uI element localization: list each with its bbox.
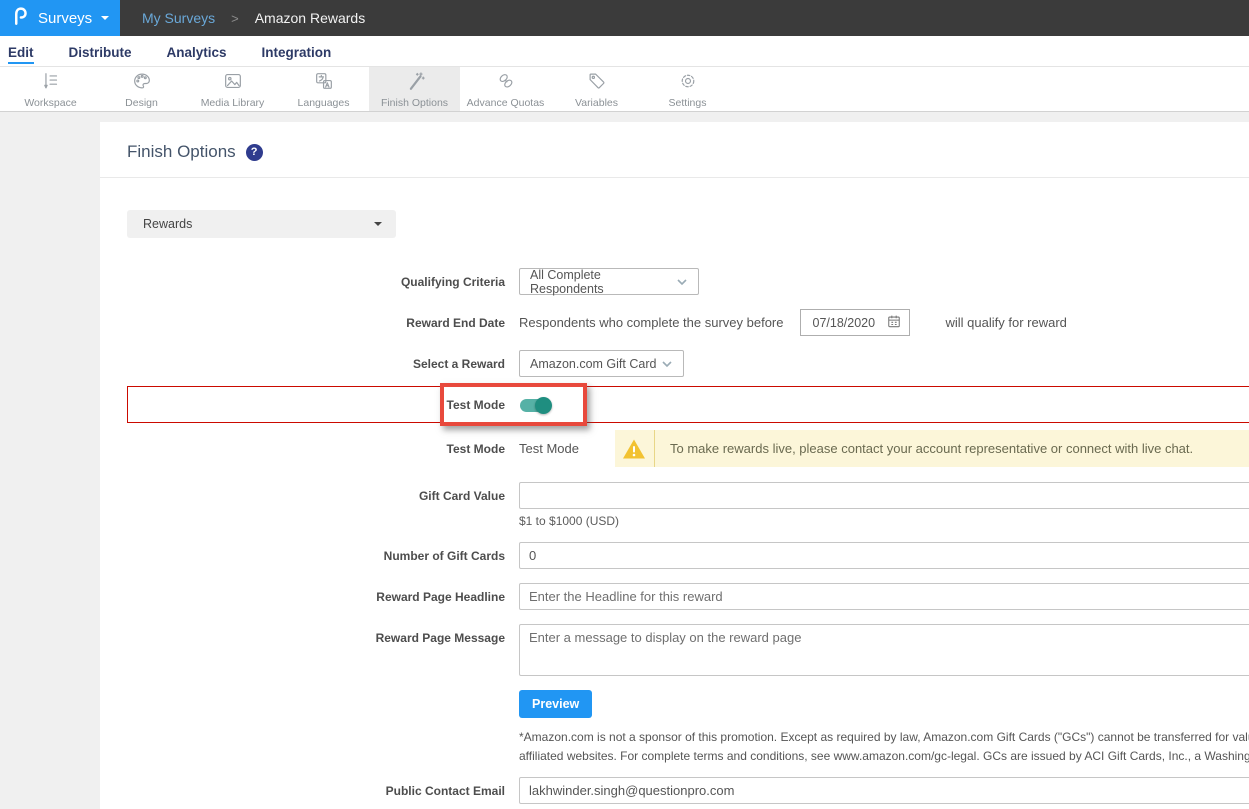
breadcrumb: My Surveys > Amazon Rewards bbox=[142, 0, 365, 36]
test-mode-toggle-label: Test Mode bbox=[127, 398, 519, 412]
select-reward-select[interactable]: Amazon.com Gift Card bbox=[519, 350, 684, 377]
gift-card-value-input[interactable] bbox=[519, 482, 1249, 509]
rewards-section-label: Rewards bbox=[143, 217, 192, 231]
gift-card-value-label: Gift Card Value bbox=[127, 489, 519, 503]
rewards-section-dropdown[interactable]: Rewards bbox=[127, 210, 396, 238]
number-of-gift-cards-row: Number of Gift Cards bbox=[127, 542, 1249, 569]
reward-end-date-input[interactable]: 07/18/2020 bbox=[800, 309, 910, 336]
test-mode-toggle-row: Test Mode bbox=[127, 383, 1249, 427]
toolbar-item-label: Media Library bbox=[201, 97, 265, 109]
select-reward-row: Select a Reward Amazon.com Gift Card bbox=[127, 350, 1249, 377]
warning-message: To make rewards live, please contact you… bbox=[655, 430, 1208, 467]
select-reward-value: Amazon.com Gift Card bbox=[530, 357, 656, 371]
reward-end-date-label: Reward End Date bbox=[127, 316, 519, 330]
chevron-down-icon bbox=[661, 358, 673, 370]
gift-card-value-row: Gift Card Value bbox=[127, 482, 1249, 509]
breadcrumb-current: Amazon Rewards bbox=[255, 10, 366, 26]
preview-button[interactable]: Preview bbox=[519, 690, 592, 718]
help-icon[interactable]: ? bbox=[246, 144, 263, 161]
reward-page-headline-input[interactable] bbox=[519, 583, 1249, 610]
test-mode-toggle[interactable] bbox=[520, 399, 550, 412]
qualifying-criteria-row: Qualifying Criteria All Complete Respond… bbox=[127, 268, 1249, 295]
divider bbox=[100, 177, 1249, 178]
reward-page-headline-label: Reward Page Headline bbox=[127, 590, 519, 604]
reward-end-date-suffix: will qualify for reward bbox=[946, 315, 1067, 330]
qualifying-criteria-value: All Complete Respondents bbox=[530, 268, 676, 296]
questionpro-logo-icon bbox=[12, 5, 29, 32]
select-reward-label: Select a Reward bbox=[127, 357, 519, 371]
number-of-gift-cards-label: Number of Gift Cards bbox=[127, 549, 519, 563]
page-title: Finish Options bbox=[127, 142, 236, 162]
workspace-icon bbox=[40, 70, 62, 95]
settings-icon bbox=[677, 70, 699, 95]
toolbar-item-advance-quotas[interactable]: Advance Quotas bbox=[460, 67, 551, 111]
finish-options-panel: Finish Options ? Rewards Qualifying Crit… bbox=[100, 122, 1249, 809]
tab-distribute[interactable]: Distribute bbox=[69, 39, 132, 64]
toolbar-item-media-library[interactable]: Media Library bbox=[187, 67, 278, 111]
media-library-icon bbox=[222, 70, 244, 95]
qualifying-criteria-label: Qualifying Criteria bbox=[127, 275, 519, 289]
toolbar-item-label: Languages bbox=[298, 97, 350, 109]
disclaimer-line-1: *Amazon.com is not a sponsor of this pro… bbox=[519, 728, 1249, 747]
amazon-disclaimer: *Amazon.com is not a sponsor of this pro… bbox=[519, 728, 1249, 765]
reward-page-message-input[interactable] bbox=[519, 624, 1249, 676]
tab-analytics[interactable]: Analytics bbox=[167, 39, 227, 64]
tab-integration[interactable]: Integration bbox=[262, 39, 332, 64]
reward-end-date-value: 07/18/2020 bbox=[813, 316, 876, 330]
chevron-down-icon bbox=[101, 16, 109, 24]
calendar-icon[interactable] bbox=[887, 314, 901, 331]
surveys-menu[interactable]: Surveys bbox=[0, 0, 120, 36]
qualifying-criteria-select[interactable]: All Complete Respondents bbox=[519, 268, 699, 295]
chevron-down-icon bbox=[374, 222, 382, 230]
number-of-gift-cards-input[interactable] bbox=[519, 542, 1249, 569]
disclaimer-line-2: affiliated websites. For complete terms … bbox=[519, 747, 1249, 766]
toolbar-item-label: Variables bbox=[575, 97, 618, 109]
finish-options-icon bbox=[404, 70, 426, 95]
toolbar-item-label: Workspace bbox=[24, 97, 76, 109]
advance-quotas-icon bbox=[495, 70, 517, 95]
edit-toolbar: Workspace Design Media Library Languages… bbox=[0, 67, 1249, 112]
toolbar-item-variables[interactable]: Variables bbox=[551, 67, 642, 111]
reward-page-headline-row: Reward Page Headline bbox=[127, 583, 1249, 610]
toolbar-item-design[interactable]: Design bbox=[96, 67, 187, 111]
surveys-menu-label: Surveys bbox=[38, 10, 92, 27]
test-mode-status-label: Test Mode bbox=[127, 442, 519, 456]
design-icon bbox=[131, 70, 153, 95]
languages-icon bbox=[313, 70, 335, 95]
toolbar-item-settings[interactable]: Settings bbox=[642, 67, 733, 111]
warning-banner: To make rewards live, please contact you… bbox=[615, 430, 1249, 467]
toolbar-item-finish-options[interactable]: Finish Options bbox=[369, 67, 460, 111]
reward-page-message-row: Reward Page Message bbox=[127, 624, 1249, 681]
toolbar-item-label: Design bbox=[125, 97, 158, 109]
reward-end-date-prefix: Respondents who complete the survey befo… bbox=[519, 315, 784, 330]
toolbar-item-label: Finish Options bbox=[381, 97, 448, 109]
toolbar-item-label: Settings bbox=[669, 97, 707, 109]
toolbar-item-workspace[interactable]: Workspace bbox=[5, 67, 96, 111]
warning-triangle-icon bbox=[615, 430, 655, 467]
main-nav: Edit Distribute Analytics Integration bbox=[0, 36, 1249, 67]
public-contact-email-row: Public Contact Email bbox=[127, 777, 1249, 804]
breadcrumb-my-surveys[interactable]: My Surveys bbox=[142, 10, 215, 26]
page-background: Finish Options ? Rewards Qualifying Crit… bbox=[0, 112, 1249, 809]
chevron-down-icon bbox=[676, 276, 688, 288]
test-mode-status-row: Test Mode Test Mode To make rewards live… bbox=[127, 430, 1249, 467]
toolbar-item-label: Advance Quotas bbox=[467, 97, 545, 109]
breadcrumb-separator: > bbox=[231, 11, 239, 26]
toggle-knob bbox=[535, 397, 552, 414]
tab-edit[interactable]: Edit bbox=[8, 39, 34, 64]
reward-page-message-label: Reward Page Message bbox=[127, 624, 519, 645]
reward-end-date-row: Reward End Date Respondents who complete… bbox=[127, 309, 1249, 336]
test-mode-status-value: Test Mode bbox=[519, 441, 579, 456]
public-contact-email-label: Public Contact Email bbox=[127, 784, 519, 798]
gift-card-value-helper: $1 to $1000 (USD) bbox=[519, 514, 1249, 528]
variables-icon bbox=[586, 70, 608, 95]
toolbar-item-languages[interactable]: Languages bbox=[278, 67, 369, 111]
public-contact-email-input[interactable] bbox=[519, 777, 1249, 804]
top-bar: Surveys My Surveys > Amazon Rewards bbox=[0, 0, 1249, 36]
